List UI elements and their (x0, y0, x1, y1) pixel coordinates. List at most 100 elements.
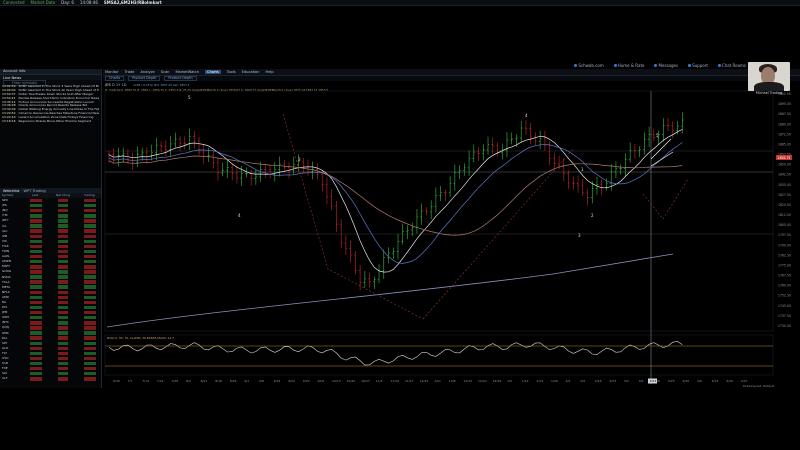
quote-cell (58, 361, 68, 366)
tab-watchlist[interactable]: Watchlist (3, 189, 19, 193)
connection-status: Connected (3, 0, 25, 5)
quote-cell (30, 249, 42, 254)
quote-cell (58, 214, 68, 218)
quote-cell (84, 326, 96, 330)
quote-cell (58, 229, 68, 233)
date-axis-label: 10/13 (332, 379, 341, 383)
quote-cell (58, 336, 68, 340)
quote-cell (84, 254, 96, 259)
drawing-set-label: Drawing set: Default (743, 384, 775, 388)
date-axis-label: 6/30 (113, 379, 120, 383)
price-axis-label: 1782.50 (778, 253, 791, 257)
quote-cell (84, 265, 96, 269)
elliott-wave-line (282, 113, 424, 320)
tab-wpt-trading[interactable]: WPT Trading (23, 189, 45, 193)
quote-cell (84, 321, 96, 325)
quote-cell (84, 198, 96, 203)
date-axis-label: 1/12 (522, 379, 529, 383)
link-schwab[interactable]: Schwab.com (574, 63, 604, 68)
watchlist-rows: SPX/ES/NQ/YM/RTY/CL/GC/ZB VIX TICK TRIN AAPL… (0, 198, 101, 381)
date-axis-label: 9/1 (244, 379, 249, 383)
date-axis-label: 9/15 (274, 379, 281, 383)
price-axis-label: 1835.00 (778, 183, 791, 187)
news-feed: 14:02:59 SONY Awarded In The Stock 3 Year… (0, 85, 101, 124)
wave-label: 2 (591, 213, 594, 218)
price-axis-label: 1730.00 (778, 324, 791, 328)
quote-cell (58, 209, 68, 213)
date-axis-label: 8/11 (201, 379, 208, 383)
quote-cell (58, 356, 68, 361)
quote-cell (58, 260, 68, 264)
quote-cell (84, 372, 96, 376)
quote-cell (30, 305, 42, 310)
quote-cell (58, 377, 68, 381)
day-label: Day: 6 (61, 0, 74, 5)
quote-cell (58, 290, 68, 294)
quote-cell (30, 336, 42, 340)
date-axis-label: 11/24 (420, 379, 429, 383)
last-price-tag: 1858.75 (778, 156, 791, 160)
quote-cell (58, 275, 68, 279)
quote-cell (30, 377, 42, 381)
date-axis-label: 9/29 (303, 379, 310, 383)
price-axis-label: 1895.00 (778, 102, 791, 106)
indicator-pane-border (104, 334, 774, 376)
link-messages[interactable]: Messages (654, 63, 678, 68)
current-date-tag: 3/24 (650, 379, 657, 383)
date-axis-label: 2/16 (595, 379, 602, 383)
quote-cell (30, 310, 42, 315)
trend-line (650, 151, 674, 167)
news-item[interactable]: 13:18:16 Regeneron Shares Move Other Phar… (2, 120, 99, 124)
quote-cell (30, 361, 42, 366)
quote-cell (58, 310, 68, 315)
quote-cell (84, 346, 96, 350)
quote-cell (30, 280, 42, 284)
quote-cell (30, 341, 42, 345)
quote-cell (58, 341, 68, 345)
quote-cell (30, 234, 42, 238)
quote-cell (30, 254, 42, 259)
date-axis-label: 12/1 (434, 379, 441, 383)
price-chart[interactable]: 534431251902.501895.001887.501880.001872… (103, 69, 800, 388)
account-symbol[interactable]: SMSA2,6M2H3/RBolmkart (104, 0, 162, 5)
quote-cell (84, 234, 96, 238)
quote-cell (84, 275, 96, 279)
quote-cell (58, 366, 68, 371)
quote-cell (30, 270, 42, 274)
quote-cell (58, 203, 68, 208)
quote-cell (30, 224, 42, 228)
quote-cell (84, 356, 96, 361)
watchlist: Watchlist WPT Trading Symbol Last Net Ch… (0, 188, 101, 381)
price-axis-label: 1767.50 (778, 274, 791, 278)
link-support[interactable]: Support (688, 63, 708, 68)
quote-cell (58, 239, 68, 244)
quote-cell (30, 316, 42, 320)
market-data-status[interactable]: Market Data (31, 0, 56, 5)
date-axis-label: 3/9 (639, 379, 644, 383)
help-icon (688, 64, 692, 67)
quote-cell (58, 331, 68, 335)
date-axis-label: 7/21 (157, 379, 164, 383)
wave-label: 4 (238, 213, 241, 218)
date-axis-label: 8/25 (230, 379, 237, 383)
quote-cell (58, 346, 68, 350)
link-chat-rooms[interactable]: Chat Rooms (717, 63, 746, 68)
chat-icon (717, 64, 721, 67)
price-axis-label: 1805.00 (778, 223, 791, 227)
date-axis-label: 4/6 (697, 379, 702, 383)
link-hume-rate[interactable]: Hume & Rate (613, 63, 644, 68)
quote-cell (30, 265, 42, 269)
quote-cell (84, 295, 96, 300)
wave-label: 4 (525, 113, 528, 118)
wave-label: 3 (298, 157, 301, 162)
date-axis-label: 2/9 (580, 379, 585, 383)
price-axis-label: 1842.50 (778, 173, 791, 177)
table-row[interactable]: XLF (0, 376, 101, 381)
quote-cell (84, 351, 96, 356)
webcam-overlay (748, 62, 790, 91)
date-axis-label: 1/19 (536, 379, 543, 383)
quote-cell (58, 351, 68, 356)
date-axis-label: 3/30 (682, 379, 689, 383)
date-axis-label: 3/23 (668, 379, 675, 383)
date-axis-label: 11/3 (376, 379, 383, 383)
